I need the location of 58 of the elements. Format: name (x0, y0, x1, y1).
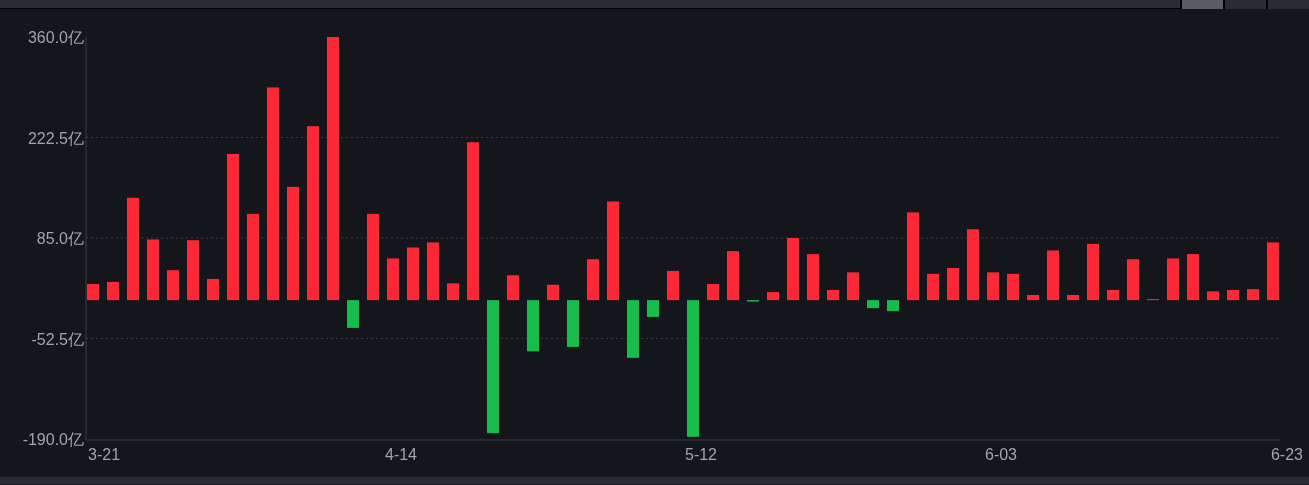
bar (207, 278, 219, 301)
bar (167, 270, 179, 301)
bar (767, 292, 779, 301)
period-tab[interactable] (1223, 0, 1266, 9)
bar (347, 300, 359, 328)
bar (1207, 291, 1219, 301)
bar (187, 240, 199, 301)
bar (587, 259, 599, 301)
bar (947, 267, 959, 301)
x-axis-label: 5-12 (685, 446, 717, 463)
x-axis-label: 6-23 (1270, 446, 1303, 463)
bar (667, 270, 679, 301)
bar (787, 238, 799, 301)
bar (1047, 250, 1059, 301)
y-axis-label: 360.0亿 (27, 29, 84, 46)
bar (1127, 259, 1139, 301)
bar (1247, 289, 1259, 301)
bar (507, 275, 519, 301)
bar (1187, 254, 1199, 301)
period-tab[interactable] (1266, 0, 1309, 9)
bar (807, 254, 819, 301)
bar (827, 289, 839, 301)
bar (727, 251, 739, 301)
bar (427, 242, 439, 301)
bar (407, 247, 419, 301)
bar (107, 281, 119, 301)
bar (967, 229, 979, 301)
bar (887, 300, 899, 312)
bar (867, 300, 879, 309)
bar (567, 300, 579, 347)
bar (707, 284, 719, 301)
period-tab[interactable] (1180, 0, 1223, 9)
bar (1007, 273, 1019, 301)
bar (147, 239, 159, 301)
bar (1027, 295, 1039, 301)
bar (847, 272, 859, 301)
bar (647, 300, 659, 317)
y-axis-label: 85.0亿 (36, 230, 84, 247)
y-axis-label: 222.5亿 (27, 129, 84, 147)
y-axis-label: -190.0亿 (22, 431, 84, 448)
bar (1087, 243, 1099, 301)
bar (447, 283, 459, 301)
x-axis-label: 6-03 (985, 446, 1017, 463)
bar (1067, 295, 1079, 301)
bar (387, 258, 399, 301)
bar (927, 273, 939, 301)
bar (87, 284, 99, 301)
bar (987, 272, 999, 301)
bar (527, 300, 539, 352)
x-axis-label: 3-21 (88, 446, 121, 463)
bar (1107, 289, 1119, 301)
x-axis-label: 4-14 (385, 446, 417, 463)
y-axis-label: -52.5亿 (31, 330, 84, 348)
bar (1167, 258, 1179, 301)
bar (1227, 289, 1239, 301)
bar (627, 300, 639, 358)
bar (1267, 242, 1279, 301)
bar (547, 284, 559, 301)
